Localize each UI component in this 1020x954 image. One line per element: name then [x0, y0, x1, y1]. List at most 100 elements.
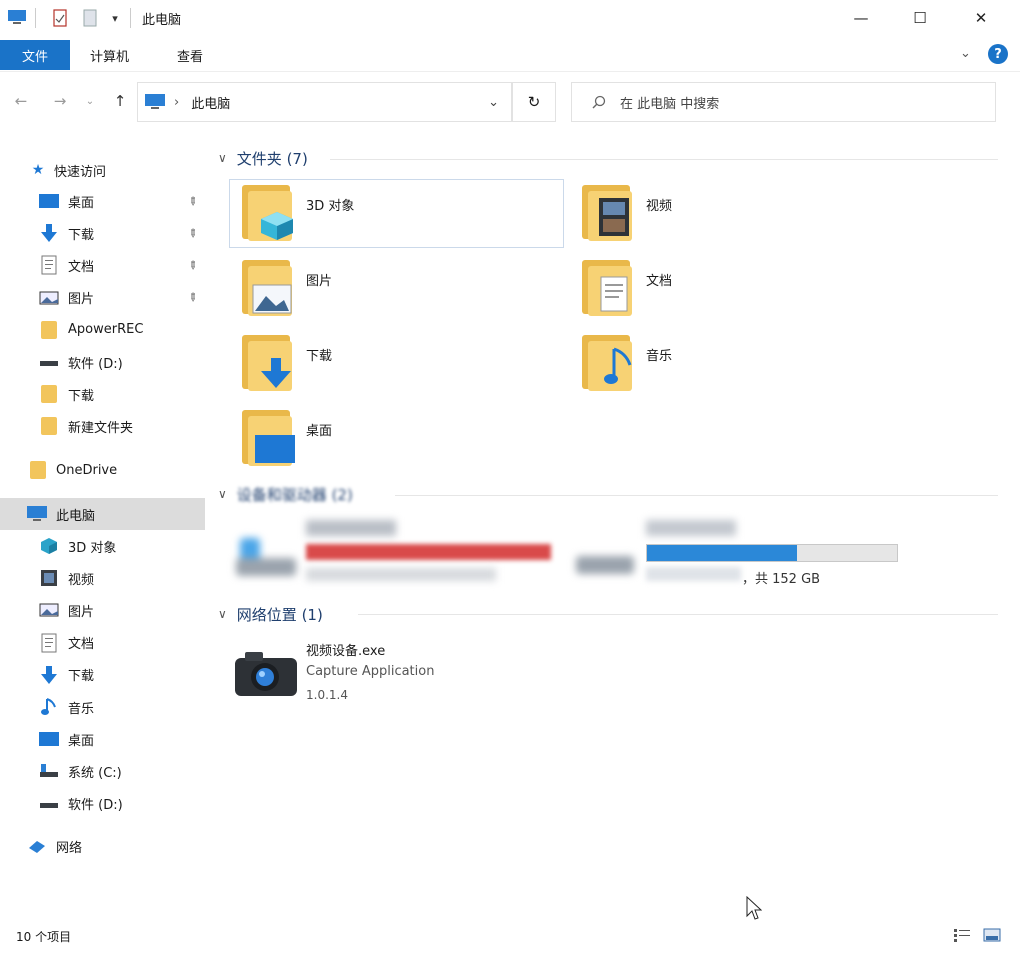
- app-name: 视频设备.exe: [306, 644, 386, 659]
- pin-icon[interactable]: ✎: [185, 193, 201, 209]
- folder-label: 桌面: [306, 424, 333, 439]
- minimize-button[interactable]: —: [838, 0, 884, 36]
- properties-icon[interactable]: [50, 7, 70, 29]
- folder-tile-6[interactable]: 桌面: [240, 408, 332, 466]
- mouse-cursor-icon: [746, 895, 763, 926]
- sidebar-label: 文档: [68, 637, 95, 653]
- sidebar-item-pc-0[interactable]: 3D 对象: [0, 531, 205, 561]
- chevron-down-icon: ∨: [218, 151, 227, 165]
- sidebar-item-pc-6[interactable]: 桌面: [0, 724, 205, 754]
- folder-tile-1[interactable]: 视频: [580, 183, 672, 241]
- sidebar-label: 系统 (C:): [68, 765, 122, 781]
- expand-ribbon-button[interactable]: ⌄: [960, 46, 971, 61]
- file-tab[interactable]: 文件: [0, 40, 70, 70]
- sidebar-item-quick-1[interactable]: 下载 ✎: [0, 218, 205, 248]
- section-header-devices[interactable]: ∨ 设备和驱动器 (2): [218, 482, 998, 506]
- folder-label: 下载: [306, 349, 333, 364]
- folder-icon: [240, 408, 295, 466]
- folder-icon: [38, 416, 60, 436]
- folder-icon: [38, 384, 60, 404]
- drive-icon: [38, 794, 60, 814]
- folder-tile-3[interactable]: 文档: [580, 258, 672, 316]
- pin-icon[interactable]: ✎: [185, 258, 201, 274]
- folder-tile-5[interactable]: 音乐: [580, 333, 672, 391]
- forward-button[interactable]: →: [49, 90, 71, 112]
- drive-icon: [236, 530, 298, 582]
- breadcrumb-this-pc[interactable]: 此电脑: [191, 93, 230, 112]
- sidebar-item-pc-8[interactable]: 软件 (D:): [0, 789, 205, 819]
- app-version: 1.0.1.4: [306, 688, 348, 702]
- sidebar-item-pc-5[interactable]: 音乐: [0, 692, 205, 722]
- status-item-count: 10 个项目: [16, 930, 72, 944]
- ribbon: 文件 计算机 查看 ⌄ ?: [0, 36, 1020, 72]
- sidebar-item-onedrive[interactable]: OneDrive: [0, 455, 205, 485]
- up-button[interactable]: ↑: [109, 90, 131, 112]
- document-icon: [38, 633, 60, 653]
- sidebar-item-quick-access[interactable]: ★ 快速访问: [0, 155, 205, 185]
- details-view-icon[interactable]: [953, 928, 973, 944]
- close-button[interactable]: ✕: [958, 0, 1004, 36]
- customize-quick-access-dropdown[interactable]: ▾: [108, 8, 122, 28]
- chevron-down-icon: ∨: [218, 487, 227, 501]
- divider: [35, 8, 36, 28]
- sidebar-item-quick-6[interactable]: 下载: [0, 379, 205, 409]
- sidebar-label: ApowerREC: [68, 322, 144, 338]
- sidebar-item-network[interactable]: 网络: [0, 831, 205, 861]
- sidebar-label: 视频: [68, 572, 95, 588]
- desktop-icon: [38, 729, 60, 749]
- sidebar-item-pc-3[interactable]: 文档: [0, 628, 205, 658]
- drive-label-blurred: [646, 520, 736, 536]
- this-pc-icon[interactable]: [6, 7, 28, 27]
- folder-label: 文档: [646, 274, 673, 289]
- sidebar-label: 软件 (D:): [68, 798, 123, 814]
- sidebar-label: 桌面: [68, 733, 95, 749]
- title-bar: ▾ 此电脑 — ☐ ✕: [0, 0, 1020, 36]
- drive-usage-bar: [306, 544, 551, 560]
- network-item-capture-app[interactable]: 视频设备.exe Capture Application 1.0.1.4: [233, 640, 653, 706]
- address-dropdown-icon[interactable]: ⌄: [488, 95, 499, 110]
- sidebar-item-pc-7[interactable]: 系统 (C:): [0, 756, 205, 786]
- sidebar-label: 下载: [68, 388, 95, 404]
- chevron-down-icon: ∨: [218, 607, 227, 621]
- window-title: 此电脑: [142, 13, 182, 28]
- sidebar-item-quick-5[interactable]: 软件 (D:): [0, 347, 205, 377]
- refresh-button[interactable]: ↻: [512, 82, 556, 122]
- search-input[interactable]: 在 此电脑 中搜索: [571, 82, 996, 122]
- address-bar[interactable]: › 此电脑 ⌄: [137, 82, 512, 122]
- tab-computer[interactable]: 计算机: [90, 42, 129, 68]
- folder-tile-0[interactable]: 3D 对象: [240, 183, 354, 241]
- large-icons-view-icon[interactable]: [983, 928, 1003, 944]
- maximize-button[interactable]: ☐: [897, 0, 943, 36]
- folder-tile-2[interactable]: 图片: [240, 258, 332, 316]
- sidebar-item-this-pc[interactable]: 此电脑: [0, 498, 205, 530]
- sidebar-item-quick-4[interactable]: ApowerREC: [0, 315, 205, 345]
- sidebar-item-pc-2[interactable]: 图片: [0, 595, 205, 625]
- section-title: 设备和驱动器 (2): [236, 485, 353, 504]
- pin-icon[interactable]: ✎: [185, 225, 201, 241]
- sidebar-label: 下载: [68, 669, 95, 685]
- tab-view[interactable]: 查看: [177, 42, 203, 68]
- sidebar-item-quick-0[interactable]: 桌面 ✎: [0, 186, 205, 216]
- drive-icon: [576, 548, 636, 578]
- sidebar-item-pc-4[interactable]: 下载: [0, 660, 205, 690]
- pin-icon[interactable]: ✎: [185, 290, 201, 306]
- help-icon[interactable]: ?: [988, 44, 1008, 64]
- divider: [330, 159, 998, 160]
- recent-locations-dropdown[interactable]: ⌄: [84, 90, 96, 112]
- sidebar-item-quick-3[interactable]: 图片 ✎: [0, 283, 205, 313]
- folder-icon: [580, 183, 632, 241]
- music-icon: [38, 697, 60, 717]
- sidebar-item-pc-1[interactable]: 视频: [0, 563, 205, 593]
- search-icon: [592, 95, 606, 109]
- folder-icon: [240, 333, 292, 391]
- sidebar-item-quick-7[interactable]: 新建文件夹: [0, 411, 205, 441]
- sidebar-item-quick-2[interactable]: 文档 ✎: [0, 250, 205, 280]
- star-icon: ★: [31, 162, 45, 178]
- back-button[interactable]: ←: [10, 90, 32, 112]
- section-header-folders[interactable]: ∨ 文件夹 (7): [218, 146, 998, 170]
- search-placeholder: 在 此电脑 中搜索: [620, 96, 720, 112]
- new-folder-icon[interactable]: [80, 7, 100, 29]
- folder-icon: [28, 460, 48, 480]
- folder-tile-4[interactable]: 下载: [240, 333, 332, 391]
- document-icon: [38, 255, 60, 275]
